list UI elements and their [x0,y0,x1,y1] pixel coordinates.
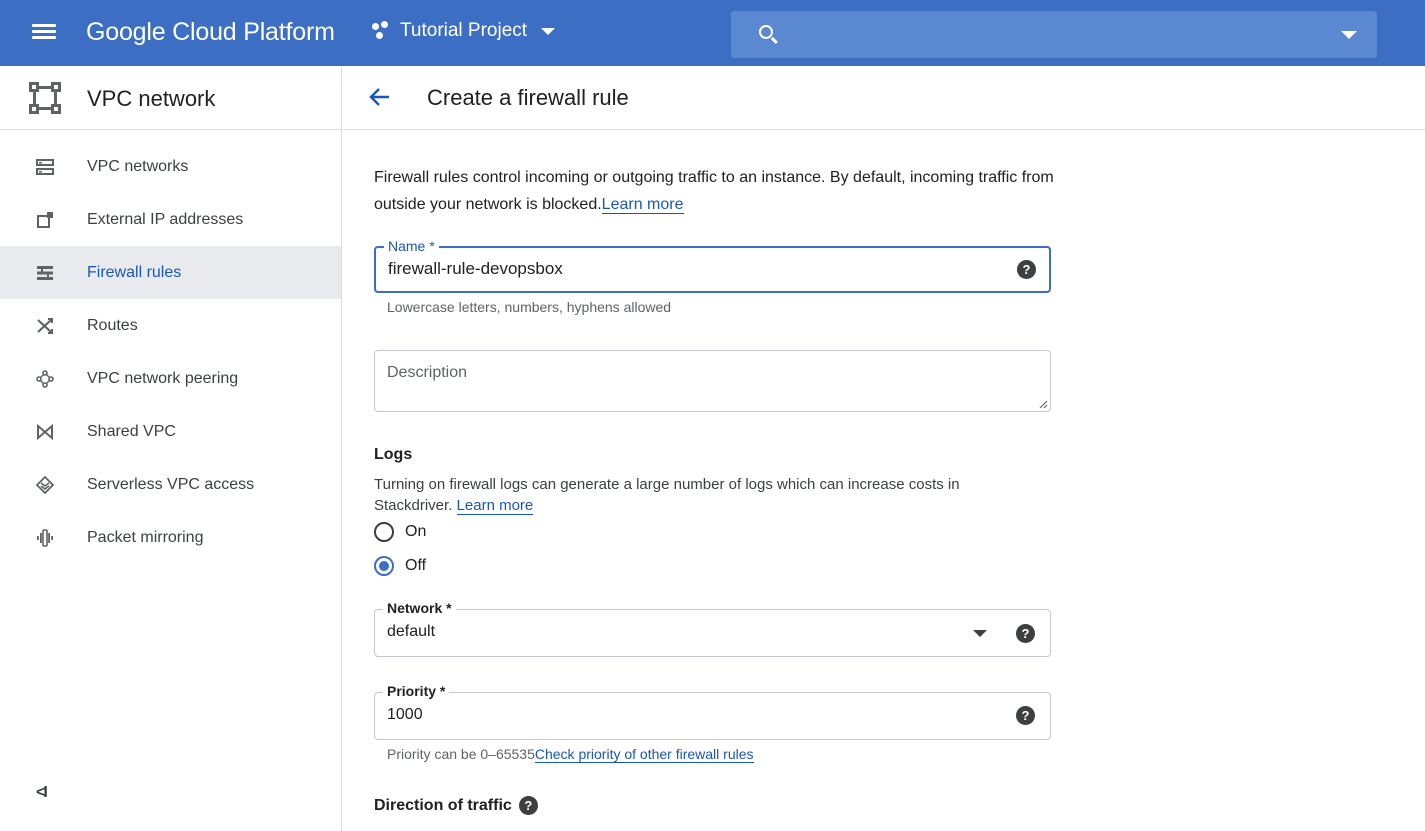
sidebar-item-routes[interactable]: Routes [0,299,341,352]
project-selector[interactable]: Tutorial Project [372,20,556,42]
sidebar-item-firewall-rules[interactable]: Firewall rules [0,246,341,299]
name-field-label: Name * [384,238,439,254]
sidebar-header: VPC network [0,66,341,130]
network-field-label: Network * [383,600,456,616]
network-select[interactable]: Network * default ? [374,600,1051,657]
sidebar-item-label: Firewall rules [87,263,182,281]
name-field[interactable]: Name * firewall-rule-devopsbox ? [374,238,1051,293]
radio-checked-icon [374,556,394,576]
search-input[interactable] [731,11,1377,58]
external-ip-icon [37,212,53,228]
packet-mirroring-icon [37,529,53,547]
firewall-icon [37,266,53,280]
vpc-network-logo-icon [29,82,61,114]
sidebar-item-label: External IP addresses [87,210,244,228]
hamburger-menu-icon[interactable] [28,21,60,47]
top-bar: Google Cloud Platform Tutorial Project [0,0,1425,66]
intro-text: Firewall rules control incoming or outgo… [374,164,1054,218]
logs-off-radio[interactable]: Off [374,556,426,576]
logs-description: Turning on firewall logs can generate a … [374,474,1034,516]
radio-unchecked-icon [374,522,394,542]
description-field[interactable]: Description [374,350,1051,412]
back-arrow-icon[interactable] [367,84,393,110]
logs-title: Logs [374,446,413,463]
project-dots-icon [372,21,392,41]
sidebar-item-label: Shared VPC [87,422,176,440]
priority-field-label: Priority * [383,683,450,699]
direction-of-traffic-title: Direction of traffic ? [374,796,538,815]
logs-off-label: Off [405,557,427,574]
priority-field[interactable]: Priority * 1000 ? [374,683,1051,740]
sidebar-item-vpc-network-peering[interactable]: VPC network peering [0,352,341,405]
serverless-icon [36,476,54,494]
collapse-sidebar-button[interactable]: <I [36,784,48,802]
priority-field-value[interactable]: 1000 [387,706,423,724]
peering-icon [36,370,54,388]
logs-on-label: On [405,523,427,540]
description-placeholder: Description [387,364,468,381]
sidebar-item-packet-mirroring[interactable]: Packet mirroring [0,511,341,564]
project-name: Tutorial Project [400,20,528,41]
intro-description: Firewall rules control incoming or outgo… [374,169,1054,213]
sidebar-item-external-ip[interactable]: External IP addresses [0,193,341,246]
search-expand-icon[interactable] [1341,31,1357,39]
sidebar: VPC network VPC networks External IP add… [0,66,342,831]
brand-title[interactable]: Google Cloud Platform [86,18,335,47]
sidebar-item-label: Routes [87,316,138,334]
direction-title-text: Direction of traffic [374,796,512,814]
page-header: Create a firewall rule [343,66,1425,130]
sidebar-item-label: VPC networks [87,157,189,175]
priority-help-icon[interactable]: ? [1016,706,1035,725]
sidebar-nav: VPC networks External IP addresses Firew… [0,140,341,564]
priority-hint-text: Priority can be 0–65535 [387,746,535,762]
search-icon [759,25,773,39]
page-title: Create a firewall rule [427,85,629,110]
sidebar-item-label: VPC network peering [87,369,239,387]
dropdown-arrow-icon[interactable] [973,630,987,637]
priority-hint: Priority can be 0–65535Check priority of… [387,746,754,763]
routes-icon [37,318,53,334]
vpc-networks-icon [36,159,54,175]
sidebar-item-label: Packet mirroring [87,528,204,546]
logs-on-radio[interactable]: On [374,522,426,542]
shared-vpc-icon [37,423,53,441]
check-priority-link[interactable]: Check priority of other firewall rules [534,746,754,763]
logs-learn-more-link[interactable]: Learn more [456,497,534,515]
sidebar-title: VPC network [87,86,216,111]
name-hint: Lowercase letters, numbers, hyphens allo… [387,299,672,315]
sidebar-item-shared-vpc[interactable]: Shared VPC [0,405,341,458]
name-field-value[interactable]: firewall-rule-devopsbox [388,259,563,279]
sidebar-item-vpc-networks[interactable]: VPC networks [0,140,341,193]
chevron-down-icon [541,27,556,35]
intro-learn-more-link[interactable]: Learn more [601,196,684,214]
name-help-icon[interactable]: ? [1017,260,1036,279]
resize-handle-icon[interactable] [1038,399,1048,409]
network-help-icon[interactable]: ? [1016,624,1035,643]
direction-help-icon[interactable]: ? [518,796,538,815]
sidebar-item-serverless-vpc-access[interactable]: Serverless VPC access [0,458,341,511]
sidebar-item-label: Serverless VPC access [87,475,255,493]
network-field-value: default [387,623,436,640]
